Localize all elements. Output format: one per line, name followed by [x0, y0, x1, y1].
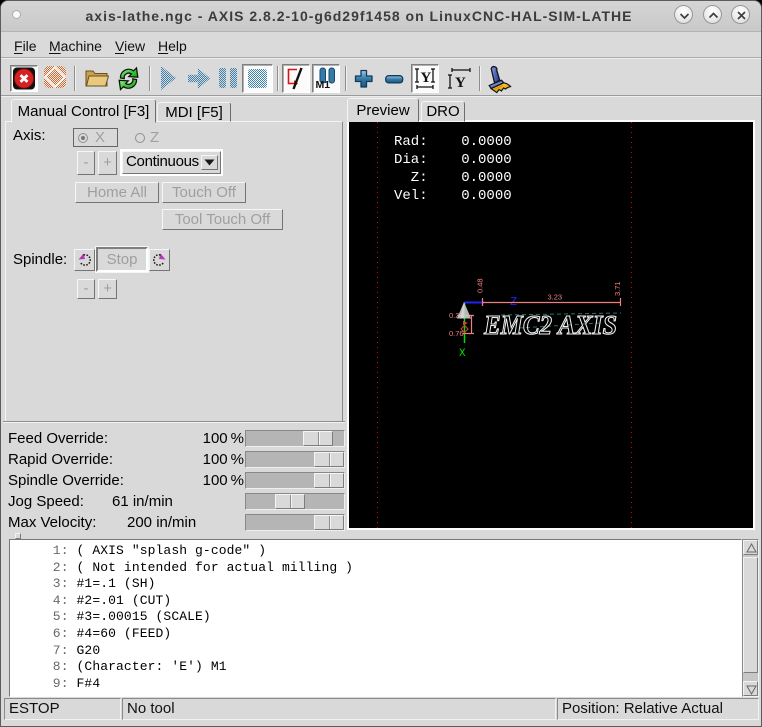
svg-text:EMC2: EMC2 [483, 310, 552, 340]
svg-text:0.76: 0.76 [449, 329, 464, 338]
svg-text:3.71: 3.71 [613, 281, 622, 296]
svg-text:Y: Y [421, 70, 432, 86]
svg-text:X: X [459, 348, 466, 360]
svg-text:AXIS: AXIS [556, 310, 617, 340]
svg-text:0.48: 0.48 [476, 278, 485, 293]
svg-text:M1: M1 [316, 79, 331, 91]
svg-text:Y: Y [455, 75, 466, 91]
svg-text:3.23: 3.23 [548, 293, 563, 302]
